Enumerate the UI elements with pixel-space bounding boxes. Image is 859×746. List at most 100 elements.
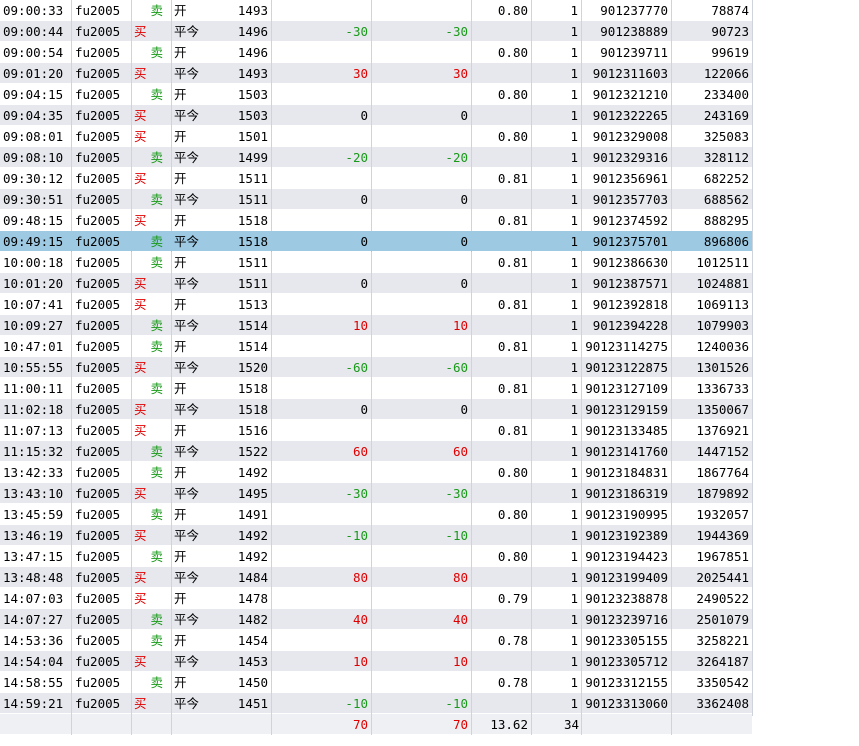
pnl-cell (272, 588, 372, 609)
pnl-cell: 0 (272, 273, 372, 294)
table-row[interactable]: 09:04:15 fu2005 卖 开 1503 0.80 1 90123212… (0, 84, 752, 105)
order-id-cell: 90123141760 (582, 441, 672, 462)
table-row[interactable]: 14:59:21 fu2005 买 平今 1451 -10 -10 1 9012… (0, 693, 752, 714)
table-row[interactable]: 09:08:10 fu2005 卖 平今 1499 -20 -20 1 9012… (0, 147, 752, 168)
time-cell: 13:45:59 (0, 504, 72, 525)
table-row[interactable]: 09:01:20 fu2005 买 平今 1493 30 30 1 901231… (0, 63, 752, 84)
table-row[interactable]: 13:47:15 fu2005 卖 开 1492 0.80 1 90123194… (0, 546, 752, 567)
order-id-cell: 901239711 (582, 42, 672, 63)
order-id-cell: 9012357703 (582, 189, 672, 210)
table-row[interactable]: 09:30:12 fu2005 买 开 1511 0.81 1 90123569… (0, 168, 752, 189)
pnl-total-cell (372, 546, 472, 567)
table-row[interactable]: 10:00:18 fu2005 卖 开 1511 0.81 1 90123866… (0, 252, 752, 273)
pnl-cell (272, 126, 372, 147)
table-row[interactable]: 14:53:36 fu2005 卖 开 1454 0.78 1 90123305… (0, 630, 752, 651)
direction-cell: 买 (132, 651, 172, 672)
quantity-cell: 1 (532, 567, 582, 588)
table-row[interactable]: 09:08:01 fu2005 买 开 1501 0.80 1 90123290… (0, 126, 752, 147)
volume-cell: 1240036 (696, 339, 749, 354)
direction-cell: 卖 (132, 0, 172, 21)
table-row[interactable]: 09:00:54 fu2005 卖 开 1496 0.80 1 90123971… (0, 42, 752, 63)
pnl-cell: -20 (272, 147, 372, 168)
pnl-total-cell: 0 (372, 105, 472, 126)
table-row[interactable]: 13:42:33 fu2005 卖 开 1492 0.80 1 90123184… (0, 462, 752, 483)
fee-cell: 0.80 (472, 462, 532, 483)
table-row[interactable]: 09:30:51 fu2005 卖 平今 1511 0 0 1 90123577… (0, 189, 752, 210)
table-row[interactable]: 10:07:41 fu2005 买 开 1513 0.81 1 90123928… (0, 294, 752, 315)
table-row[interactable]: 10:47:01 fu2005 卖 开 1514 0.81 1 90123114… (0, 336, 752, 357)
pnl-cell: -30 (272, 483, 372, 504)
quantity-cell: 1 (532, 126, 582, 147)
time-cell: 14:59:21 (0, 693, 72, 714)
volume-cell: 1932057 (696, 507, 749, 522)
symbol-cell: fu2005 (72, 42, 132, 63)
table-row[interactable]: 13:43:10 fu2005 买 平今 1495 -30 -30 1 9012… (0, 483, 752, 504)
fee-cell (472, 357, 532, 378)
pnl-total-cell (372, 0, 472, 21)
table-row[interactable]: 14:07:27 fu2005 卖 平今 1482 40 40 1 901232… (0, 609, 752, 630)
order-id-cell: 90123184831 (582, 462, 672, 483)
fee-cell (472, 273, 532, 294)
fee-cell (472, 21, 532, 42)
quantity-cell: 1 (532, 357, 582, 378)
symbol-cell: fu2005 (72, 273, 132, 294)
table-row[interactable]: 09:00:44 fu2005 买 平今 1496 -30 -30 1 9012… (0, 21, 752, 42)
order-id-cell: 90123192389 (582, 525, 672, 546)
table-row[interactable]: 13:46:19 fu2005 买 平今 1492 -10 -10 1 9012… (0, 525, 752, 546)
open-close-cell: 开 (174, 507, 187, 522)
totals-pnl2-cell: 70 (372, 714, 472, 735)
table-row[interactable]: 11:02:18 fu2005 买 平今 1518 0 0 1 90123129… (0, 399, 752, 420)
pnl-total-cell: -60 (372, 357, 472, 378)
table-row[interactable]: 14:58:55 fu2005 卖 开 1450 0.78 1 90123312… (0, 672, 752, 693)
fee-cell: 0.80 (472, 0, 532, 21)
fee-cell: 0.79 (472, 588, 532, 609)
time-cell: 09:04:35 (0, 105, 72, 126)
pnl-total-cell (372, 378, 472, 399)
table-row[interactable]: 10:01:20 fu2005 买 平今 1511 0 0 1 90123875… (0, 273, 752, 294)
table-row[interactable]: 13:45:59 fu2005 卖 开 1491 0.80 1 90123190… (0, 504, 752, 525)
table-row[interactable]: 10:55:55 fu2005 买 平今 1520 -60 -60 1 9012… (0, 357, 752, 378)
symbol-cell: fu2005 (72, 168, 132, 189)
direction-cell: 买 (132, 483, 172, 504)
quantity-cell: 1 (532, 441, 582, 462)
table-row[interactable]: 11:15:32 fu2005 卖 平今 1522 60 60 1 901231… (0, 441, 752, 462)
volume-cell: 1967851 (696, 549, 749, 564)
table-row[interactable]: 09:48:15 fu2005 买 开 1518 0.81 1 90123745… (0, 210, 752, 231)
table-row[interactable]: 13:48:48 fu2005 买 平今 1484 80 80 1 901231… (0, 567, 752, 588)
direction-cell: 买 (132, 21, 172, 42)
open-close-cell: 开 (174, 255, 187, 270)
pnl-total-cell (372, 504, 472, 525)
trade-records-grid[interactable]: 09:00:33 fu2005 卖 开 1493 0.80 1 90123777… (0, 0, 752, 735)
open-close-cell: 平今 (174, 528, 200, 543)
quantity-cell: 1 (532, 420, 582, 441)
order-id-cell: 9012311603 (582, 63, 672, 84)
volume-cell: 3362408 (696, 696, 749, 711)
fee-cell (472, 483, 532, 504)
symbol-cell: fu2005 (72, 105, 132, 126)
open-close-cell: 开 (174, 45, 187, 60)
table-row[interactable]: 09:49:15 fu2005 卖 平今 1518 0 0 1 90123757… (0, 231, 752, 252)
order-id-cell: 9012386630 (582, 252, 672, 273)
quantity-cell: 1 (532, 294, 582, 315)
table-row[interactable]: 11:07:13 fu2005 买 开 1516 0.81 1 90123133… (0, 420, 752, 441)
time-cell: 11:02:18 (0, 399, 72, 420)
open-close-cell: 平今 (174, 276, 200, 291)
table-row[interactable]: 10:09:27 fu2005 卖 平今 1514 10 10 1 901239… (0, 315, 752, 336)
time-cell: 13:48:48 (0, 567, 72, 588)
pnl-total-cell (372, 294, 472, 315)
open-close-cell: 开 (174, 171, 187, 186)
direction-cell: 卖 (132, 315, 172, 336)
table-row[interactable]: 14:54:04 fu2005 买 平今 1453 10 10 1 901233… (0, 651, 752, 672)
quantity-cell: 1 (532, 273, 582, 294)
fee-cell (472, 567, 532, 588)
table-row[interactable]: 11:00:11 fu2005 卖 开 1518 0.81 1 90123127… (0, 378, 752, 399)
table-row[interactable]: 09:04:35 fu2005 买 平今 1503 0 0 1 90123222… (0, 105, 752, 126)
table-row[interactable]: 09:00:33 fu2005 卖 开 1493 0.80 1 90123777… (0, 0, 752, 21)
time-cell: 09:00:44 (0, 21, 72, 42)
table-row[interactable]: 14:07:03 fu2005 买 开 1478 0.79 1 90123238… (0, 588, 752, 609)
pnl-total-cell: 60 (372, 441, 472, 462)
open-close-cell: 开 (174, 675, 187, 690)
quantity-cell: 1 (532, 651, 582, 672)
totals-empty-cell (72, 714, 132, 735)
pnl-total-cell: 40 (372, 609, 472, 630)
